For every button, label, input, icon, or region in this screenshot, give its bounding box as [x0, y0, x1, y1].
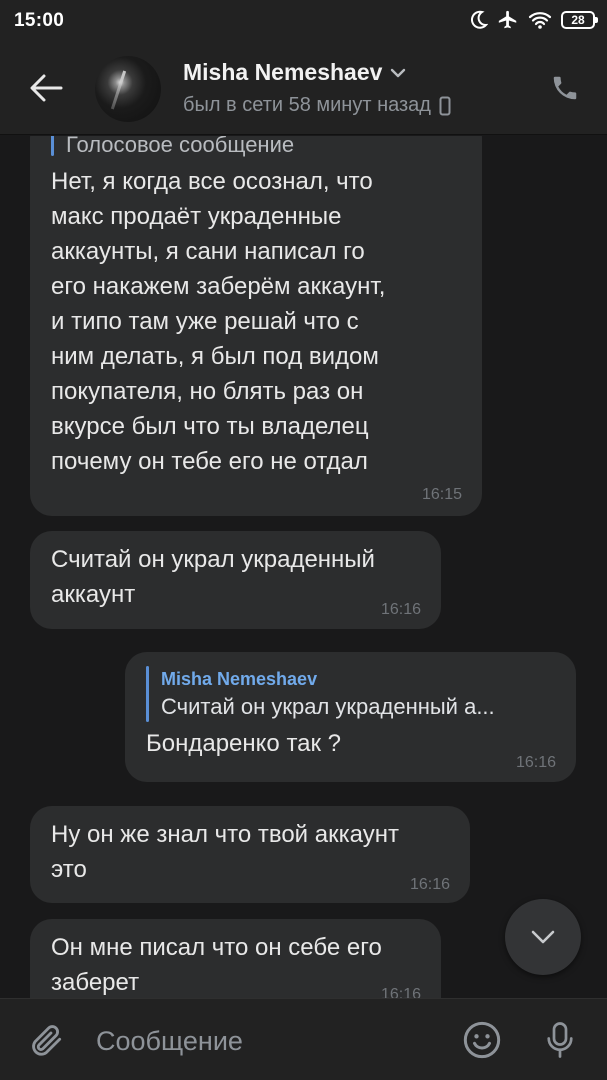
message-bubble-incoming[interactable]: Голосовое сообщение Нет, я когда все осо… — [30, 136, 482, 516]
back-button[interactable] — [24, 66, 68, 110]
message-composer — [0, 998, 607, 1080]
attach-button[interactable] — [26, 1019, 68, 1061]
message-text: Нет, я когда все осознал, что макс прода… — [51, 168, 386, 475]
message-time: 16:16 — [409, 876, 450, 893]
wifi-icon — [528, 10, 552, 30]
arrow-left-icon — [30, 74, 63, 102]
contact-status: был в сети 58 минут назад — [183, 94, 451, 117]
reply-text: Считай он украл украденный а... — [161, 694, 495, 719]
message-time: 16:16 — [380, 986, 421, 998]
message-text: Ну он же знал что твой аккаунт это — [51, 821, 399, 883]
status-bar: 15:00 28 — [0, 0, 607, 40]
message-bubble-incoming[interactable]: Он мне писал что он себе его заберет 16:… — [30, 919, 441, 998]
message-bubble-incoming[interactable]: Ну он же знал что твой аккаунт это 16:16 — [30, 806, 470, 903]
reply-quote[interactable]: Misha Nemeshaev Считай он украл украденн… — [146, 666, 555, 722]
battery-icon: 28 — [561, 11, 598, 29]
message-time: 16:16 — [380, 601, 421, 618]
message-text: Он мне писал что он себе его заберет — [51, 934, 382, 996]
status-time: 15:00 — [14, 10, 65, 31]
call-button[interactable] — [547, 70, 583, 106]
smiley-icon — [463, 1021, 501, 1059]
phone-icon — [553, 76, 577, 100]
message-time: 16:16 — [515, 754, 556, 771]
quote-bar — [146, 666, 149, 722]
paperclip-icon — [32, 1025, 62, 1056]
last-seen-text: был в сети 58 минут назад — [183, 94, 431, 116]
message-list[interactable]: Голосовое сообщение Нет, я когда все осо… — [0, 136, 607, 998]
voice-message-title: Голосовое сообщение — [66, 136, 295, 157]
message-bubble-outgoing[interactable]: Misha Nemeshaev Считай он украл украденн… — [125, 652, 576, 782]
microphone-icon — [547, 1022, 573, 1058]
message-time: 16:15 — [421, 486, 462, 503]
mobile-device-icon — [439, 96, 451, 115]
status-icons: 28 — [470, 8, 598, 32]
scroll-to-bottom-button[interactable] — [505, 899, 581, 975]
message-text: Бондаренко так ? — [146, 730, 342, 757]
moon-icon — [470, 10, 488, 30]
chevron-down-icon — [531, 930, 555, 944]
avatar[interactable] — [95, 56, 161, 122]
message-text: Считай он украл украденный аккаунт — [51, 546, 375, 608]
emoji-button[interactable] — [460, 1018, 504, 1062]
chevron-down-icon — [391, 68, 406, 77]
voice-message-label: Голосовое сообщение — [51, 136, 461, 160]
reply-author: Misha Nemeshaev — [161, 669, 318, 689]
quote-bar — [51, 136, 54, 156]
voice-record-button[interactable] — [538, 1018, 582, 1062]
contact-name-label: Misha Nemeshaev — [183, 59, 383, 85]
contact-name[interactable]: Misha Nemeshaev — [183, 59, 406, 86]
message-bubble-incoming[interactable]: Считай он украл украденный аккаунт 16:16 — [30, 531, 441, 629]
message-input[interactable] — [96, 1023, 426, 1059]
chat-header: Misha Nemeshaev был в сети 58 минут наза… — [0, 40, 607, 135]
airplane-icon — [497, 9, 519, 31]
